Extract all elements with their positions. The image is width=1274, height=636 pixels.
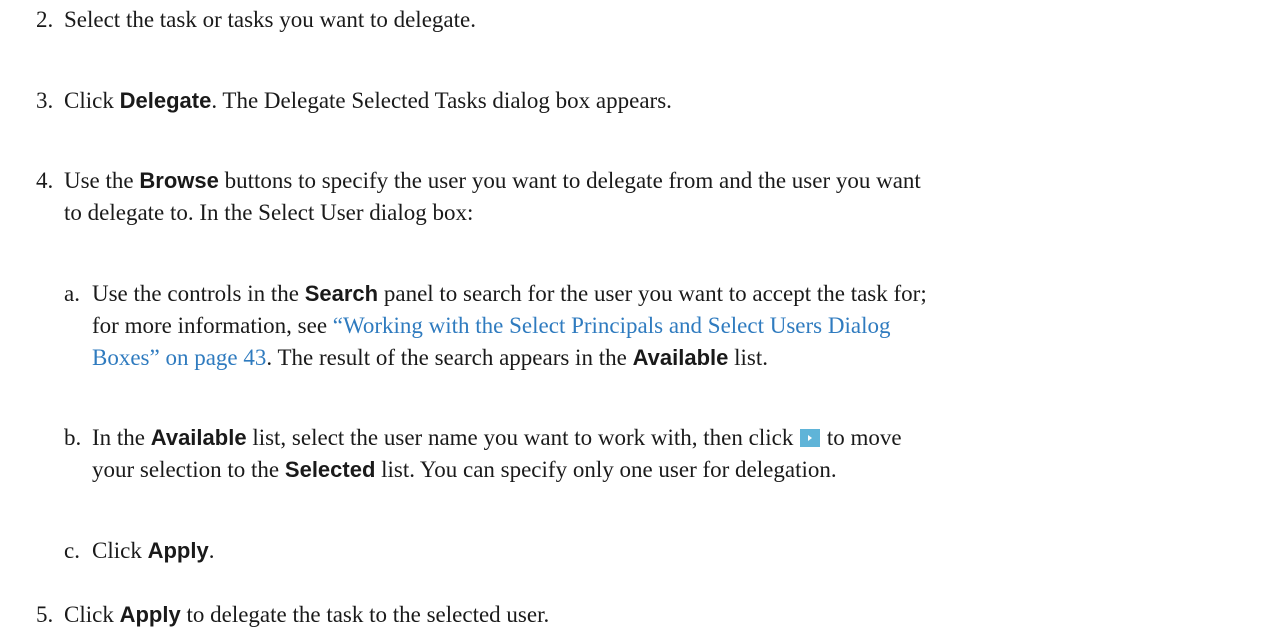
step-2-label: Select the task or tasks you want to del… (64, 7, 476, 32)
step-4-pre: Use the (64, 168, 140, 193)
step-3-number: 3. (36, 88, 54, 113)
step-4b-line-1: In the Available list, select the user n… (92, 423, 902, 453)
step-4-line-1: Use the Browse buttons to specify the us… (64, 166, 921, 196)
step-4-line-2-text: to delegate to. In the Select User dialo… (64, 200, 474, 225)
step-5-text: Click Apply to delegate the task to the … (64, 600, 549, 630)
step-3-post: . The Delegate Selected Tasks dialog box… (211, 88, 672, 113)
step-2-text: Select the task or tasks you want to del… (64, 5, 476, 35)
select-principals-link-part-2[interactable]: Boxes” on page 43 (92, 345, 266, 370)
step-4b-post: to move (821, 425, 902, 450)
step-3-text: Click Delegate. The Delegate Selected Ta… (64, 86, 672, 116)
step-2-number: 2. (36, 7, 54, 32)
available-term-2: Available (150, 425, 247, 450)
step-4b-line-2-post: list. You can specify only one user for … (375, 457, 837, 482)
document-page: 2. Select the task or tasks you want to … (0, 0, 1274, 636)
step-5-pre: Click (64, 602, 120, 627)
step-4-post: buttons to specify the user you want to … (218, 168, 921, 193)
step-4c-post: . (208, 538, 215, 563)
browse-term: Browse (139, 168, 219, 193)
step-4a-pre: Use the controls in the (92, 281, 305, 306)
step-4b-line-2: your selection to the Selected list. You… (92, 455, 837, 485)
delegate-term: Delegate (119, 88, 212, 113)
step-3-pre: Click (64, 88, 120, 113)
apply-term-2: Apply (119, 602, 181, 627)
step-5-number: 5. (36, 602, 54, 627)
move-right-arrow-icon (800, 429, 821, 447)
step-4-number: 4. (36, 168, 54, 193)
selected-term: Selected (284, 457, 376, 482)
step-5-post: to delegate the task to the selected use… (180, 602, 550, 627)
step-4a-post: panel to search for the user you want to… (378, 281, 927, 306)
apply-term: Apply (147, 538, 209, 563)
step-4b-line-2-pre: your selection to the (92, 457, 285, 482)
step-4b-pre: In the (92, 425, 151, 450)
step-4b-number: b. (64, 425, 82, 450)
step-4c-number: c. (64, 538, 80, 563)
search-term: Search (304, 281, 379, 306)
step-4b-mid: list, select the user name you want to w… (246, 425, 800, 450)
step-4a-line-2: for more information, see “Working with … (92, 311, 890, 341)
step-4c-text: Click Apply. (92, 536, 214, 566)
available-term: Available (632, 345, 729, 370)
step-4a-line-3-end: list. (728, 345, 768, 370)
step-4a-line-1: Use the controls in the Search panel to … (92, 279, 927, 309)
select-principals-link-part-1[interactable]: “Working with the Select Principals and … (333, 313, 891, 338)
step-4-line-2: to delegate to. In the Select User dialo… (64, 198, 473, 228)
step-4c-pre: Click (92, 538, 148, 563)
step-4a-line-3-post: . The result of the search appears in th… (266, 345, 633, 370)
step-4a-line-2-pre: for more information, see (92, 313, 333, 338)
step-4a-line-3: Boxes” on page 43. The result of the sea… (92, 343, 768, 373)
step-4a-number: a. (64, 281, 80, 306)
